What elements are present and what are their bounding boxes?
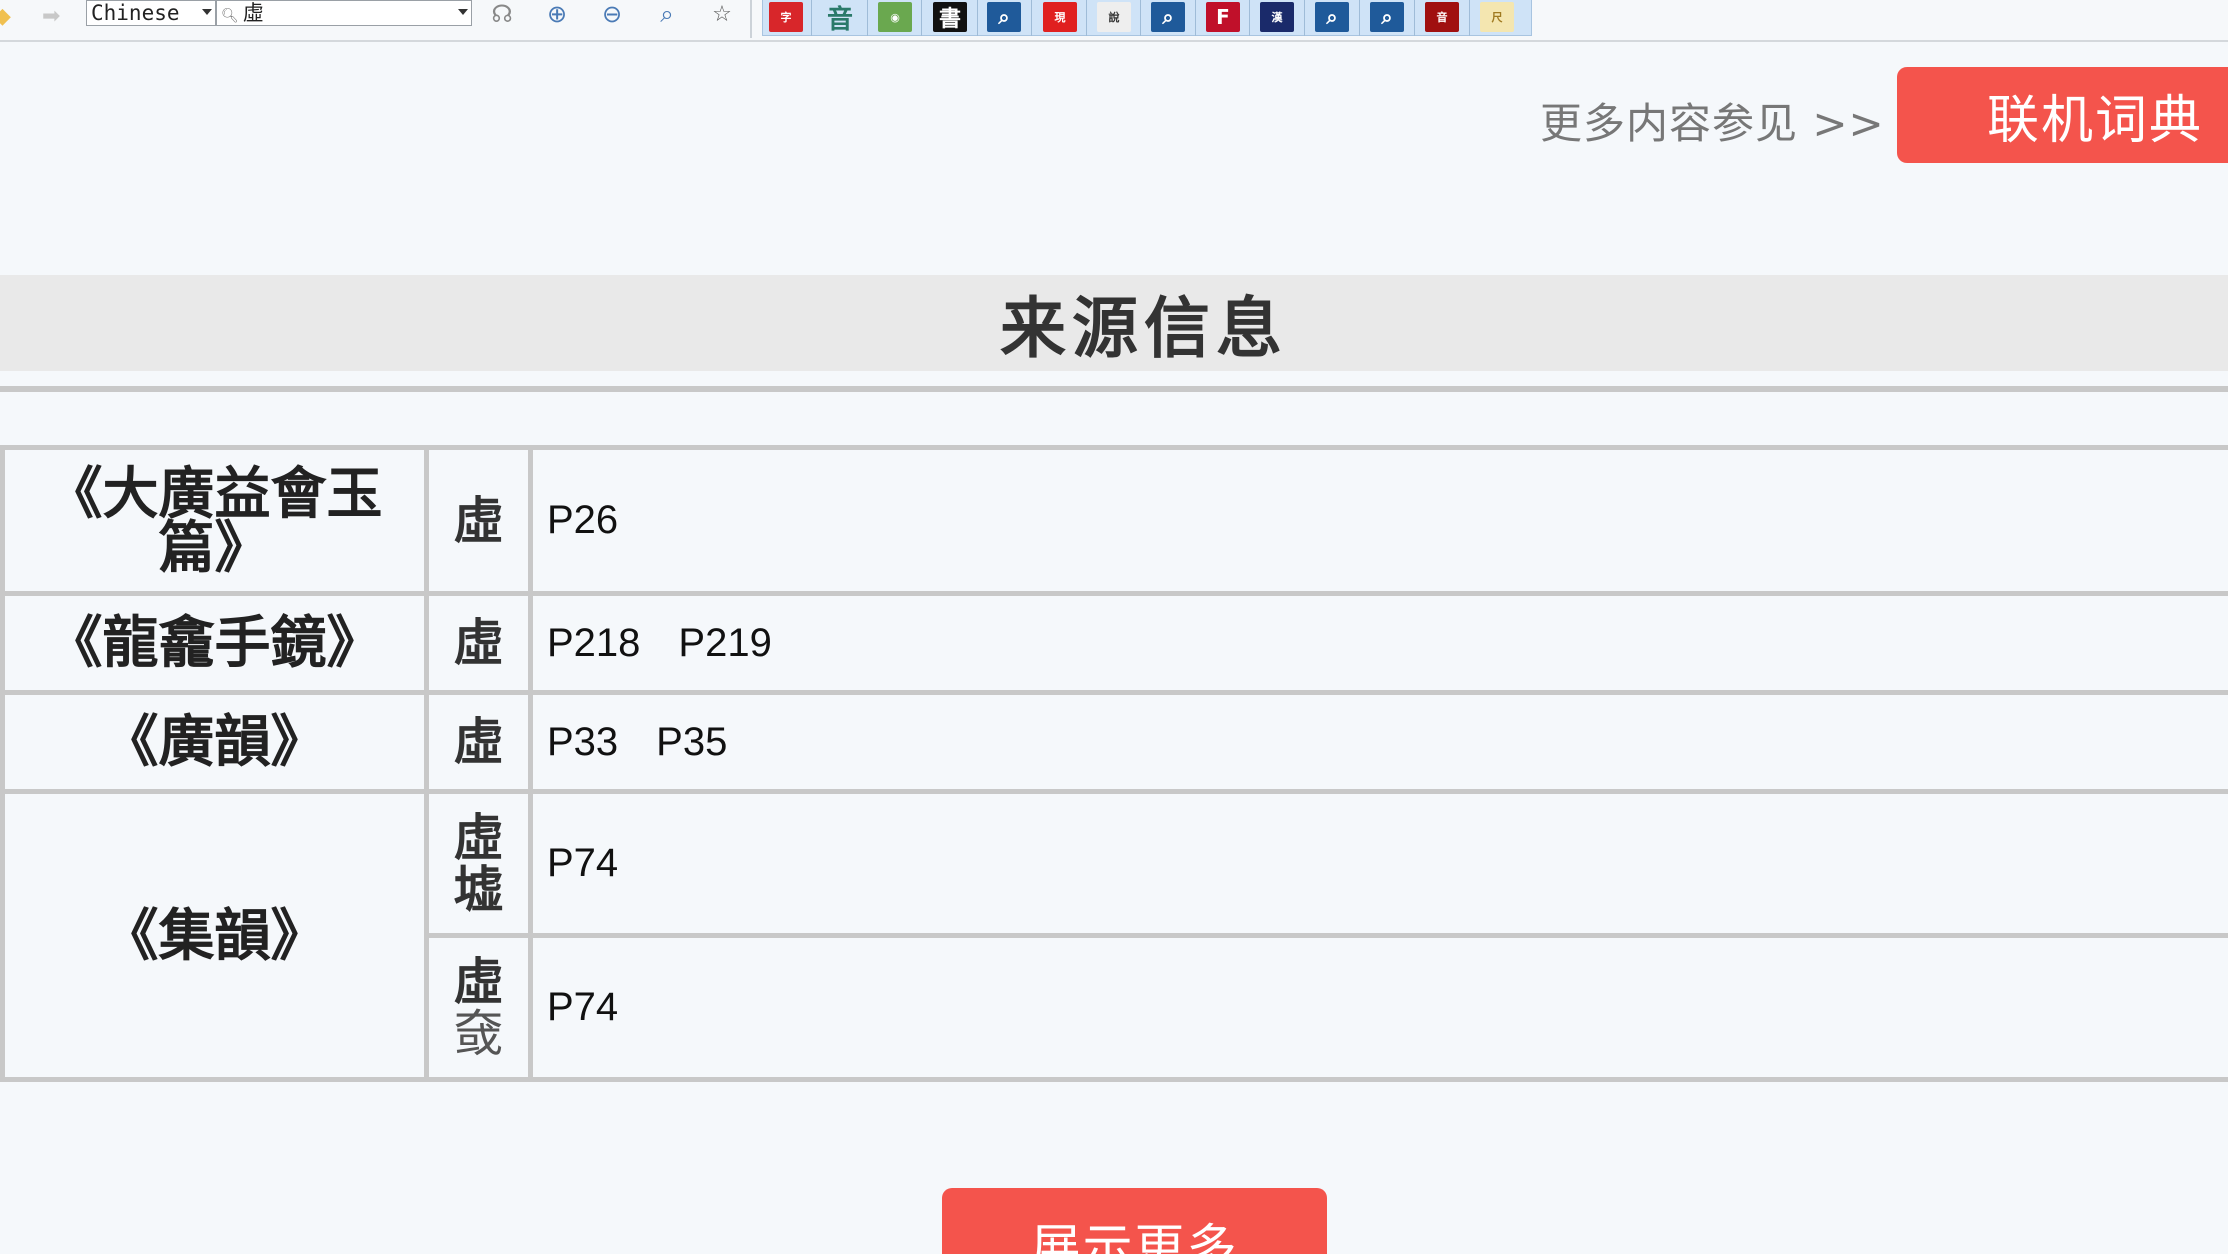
chinese-english-icon[interactable]: 漢: [1260, 2, 1294, 32]
ruler-icon[interactable]: 尺: [1480, 2, 1514, 32]
character-cell: 虛: [424, 690, 533, 794]
pages-cell: P33 P35: [528, 690, 2228, 794]
page-link[interactable]: P74: [547, 841, 618, 885]
source-table: 《大廣益會玉篇》 虛 P26 《龍龕手鏡》 虛 P218 P219 《廣韻》 虛 …: [0, 445, 2228, 1082]
page-link[interactable]: P35: [656, 720, 727, 764]
section-title: 来源信息: [1000, 289, 1288, 367]
table-row: 《集韻》 虛 墟 P74: [0, 789, 2228, 1082]
hanzi-f-icon[interactable]: F: [1206, 2, 1240, 32]
search-icon: 🔍︎: [221, 8, 239, 24]
xinhua-dict-icon[interactable]: 字: [769, 2, 803, 32]
modern-dict-icon[interactable]: 現: [1043, 2, 1077, 32]
variant-character: 墟: [453, 859, 504, 919]
source-info-header: 来源信息: [0, 275, 2228, 371]
book-title: 《龍龕手鏡》: [0, 591, 429, 695]
search-dict-icon[interactable]: ⌕: [1315, 2, 1349, 32]
language-select-value: Chinese: [91, 1, 180, 25]
search-dict-icon[interactable]: ⌕: [1151, 2, 1185, 32]
shell-icon[interactable]: ☊: [486, 0, 518, 28]
table-row: 《大廣益會玉篇》 虛 P26: [0, 445, 2228, 596]
book-title: 《廣韻》: [0, 690, 429, 794]
chevron-down-icon: [202, 9, 212, 15]
ancient-sound-icon[interactable]: 音: [823, 2, 857, 33]
pages-cell: P74: [528, 789, 2228, 938]
page-link[interactable]: P33: [547, 720, 618, 764]
page-link[interactable]: P219: [678, 621, 771, 665]
divider: [977, 0, 978, 36]
divider: [1469, 0, 1470, 36]
search-input[interactable]: 🔍︎ 虛: [216, 0, 472, 26]
language-select[interactable]: Chinese: [86, 0, 216, 26]
character: 虛: [453, 807, 504, 867]
zoom-out-icon[interactable]: ⊖: [596, 0, 628, 28]
table-row: 《廣韻》 虛 P33 P35: [0, 690, 2228, 794]
browser-toolbar: ◆ ➡ Chinese 🔍︎ 虛 ☊ ⊕ ⊖ ⌕ ☆ 字 音 ◉ 書 ⌕ 現 說 …: [0, 0, 2228, 42]
online-dictionary-button[interactable]: 联机词典: [1897, 67, 2228, 163]
character: 虛: [453, 951, 504, 1011]
divider: [1304, 0, 1305, 36]
variant-character: 㚜: [453, 1004, 504, 1063]
sound-form-icon[interactable]: 音: [1425, 2, 1459, 32]
page-link[interactable]: P74: [547, 985, 618, 1029]
calligraphy-icon[interactable]: 書: [933, 2, 967, 32]
page-link[interactable]: P26: [547, 498, 618, 542]
more-content-link[interactable]: 更多内容参见 >>: [1540, 90, 1885, 151]
forward-arrow-icon[interactable]: ➡: [42, 4, 60, 29]
back-arrow-icon[interactable]: ◆: [0, 4, 11, 29]
character-cell: 虛 墟: [424, 789, 533, 938]
show-more-button[interactable]: 展示更多: [942, 1188, 1327, 1254]
pages-cell: P74: [528, 933, 2228, 1082]
star-icon[interactable]: ☆: [706, 0, 738, 28]
book-title: 《大廣益會玉篇》: [0, 445, 429, 596]
divider: [1359, 0, 1360, 36]
pages-cell: P26: [528, 445, 2228, 596]
character-cell: 虛: [424, 445, 533, 596]
divider: [811, 0, 812, 36]
hanyu-icon[interactable]: ◉: [878, 2, 912, 32]
divider: [921, 0, 922, 36]
search-input-value: 虛: [242, 1, 264, 25]
book-title: 《集韻》: [0, 789, 429, 1082]
search-dict-icon[interactable]: ⌕: [987, 2, 1021, 32]
divider: [867, 0, 868, 36]
dictionary-bar: 字 音 ◉ 書 ⌕ 現 說 ⌕ F 漢 ⌕ ⌕ 音 尺: [762, 0, 1532, 36]
page-link[interactable]: P218: [547, 621, 640, 665]
divider: [1249, 0, 1250, 36]
divider-line: [0, 386, 2228, 392]
divider: [1140, 0, 1141, 36]
character-cell: 虛 㚜: [424, 933, 533, 1082]
divider: [1031, 0, 1032, 36]
divider: [1414, 0, 1415, 36]
shuowen-icon[interactable]: 說: [1097, 2, 1131, 32]
divider: [1195, 0, 1196, 36]
character-cell: 虛: [424, 591, 533, 695]
toolbar-separator: [750, 0, 752, 38]
table-row: 《龍龕手鏡》 虛 P218 P219: [0, 591, 2228, 695]
divider: [1086, 0, 1087, 36]
zoom-in-icon[interactable]: ⊕: [541, 0, 573, 28]
magnifier-icon[interactable]: ⌕: [651, 0, 683, 28]
pages-cell: P218 P219: [528, 591, 2228, 695]
chevron-down-icon: [458, 9, 468, 15]
search-dict-icon[interactable]: ⌕: [1370, 2, 1404, 32]
